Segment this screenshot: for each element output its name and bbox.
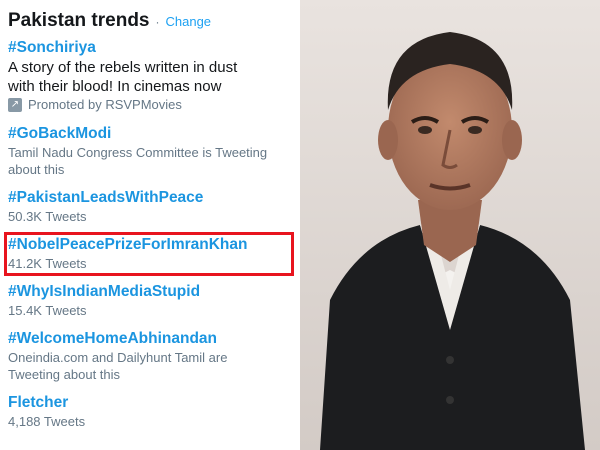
trend-item[interactable]: #WelcomeHomeAbhinandan Oneindia.com and … — [8, 329, 300, 383]
separator: · — [155, 15, 160, 29]
trend-description: with their blood! In cinemas now — [8, 78, 222, 95]
trend-hashtag[interactable]: #Sonchiriya — [8, 38, 294, 58]
trend-item-highlighted[interactable]: #NobelPeacePrizeForImranKhan 41.2K Tweet… — [4, 232, 300, 276]
tweet-count: 15.4K Tweets — [8, 303, 87, 318]
trends-title: Pakistan trends — [8, 10, 150, 31]
tweet-count: 4,188 Tweets — [8, 414, 86, 429]
trend-description: Tamil Nadu Congress Committee is Tweetin… — [8, 145, 268, 160]
trend-hashtag[interactable]: #WelcomeHomeAbhinandan — [8, 329, 294, 349]
portrait-illustration — [300, 0, 600, 450]
trend-description: A story of the rebels written in dust — [8, 59, 238, 76]
trend-description: Oneindia.com and Dailyhunt Tamil are — [8, 350, 228, 365]
trends-header: Pakistan trends · Change — [8, 10, 300, 32]
portrait-photo — [300, 0, 600, 450]
tweet-count: 50.3K Tweets — [8, 209, 87, 224]
promoted-text: Promoted by RSVPMovies — [28, 97, 182, 112]
trend-description: about this — [8, 162, 65, 177]
promoted-line: ↗ Promoted by RSVPMovies — [8, 96, 294, 114]
change-link[interactable]: Change — [166, 14, 212, 29]
trend-item[interactable]: #WhyIsIndianMediaStupid 15.4K Tweets — [8, 282, 300, 319]
trend-item[interactable]: #GoBackModi Tamil Nadu Congress Committe… — [8, 124, 300, 178]
trend-item[interactable]: #PakistanLeadsWithPeace 50.3K Tweets — [8, 188, 300, 225]
trends-panel: Pakistan trends · Change #Sonchiriya A s… — [0, 0, 300, 450]
trend-item[interactable]: Fletcher 4,188 Tweets — [8, 393, 300, 430]
trend-hashtag[interactable]: #PakistanLeadsWithPeace — [8, 188, 294, 208]
trend-hashtag[interactable]: #WhyIsIndianMediaStupid — [8, 282, 294, 302]
trend-description: Tweeting about this — [8, 367, 121, 382]
tweet-count: 41.2K Tweets — [8, 256, 87, 271]
trend-hashtag[interactable]: #GoBackModi — [8, 124, 294, 144]
promoted-icon: ↗ — [8, 98, 22, 112]
trend-item[interactable]: #Sonchiriya A story of the rebels writte… — [8, 38, 300, 114]
trend-hashtag[interactable]: Fletcher — [8, 393, 294, 413]
trend-hashtag[interactable]: #NobelPeacePrizeForImranKhan — [8, 235, 294, 255]
